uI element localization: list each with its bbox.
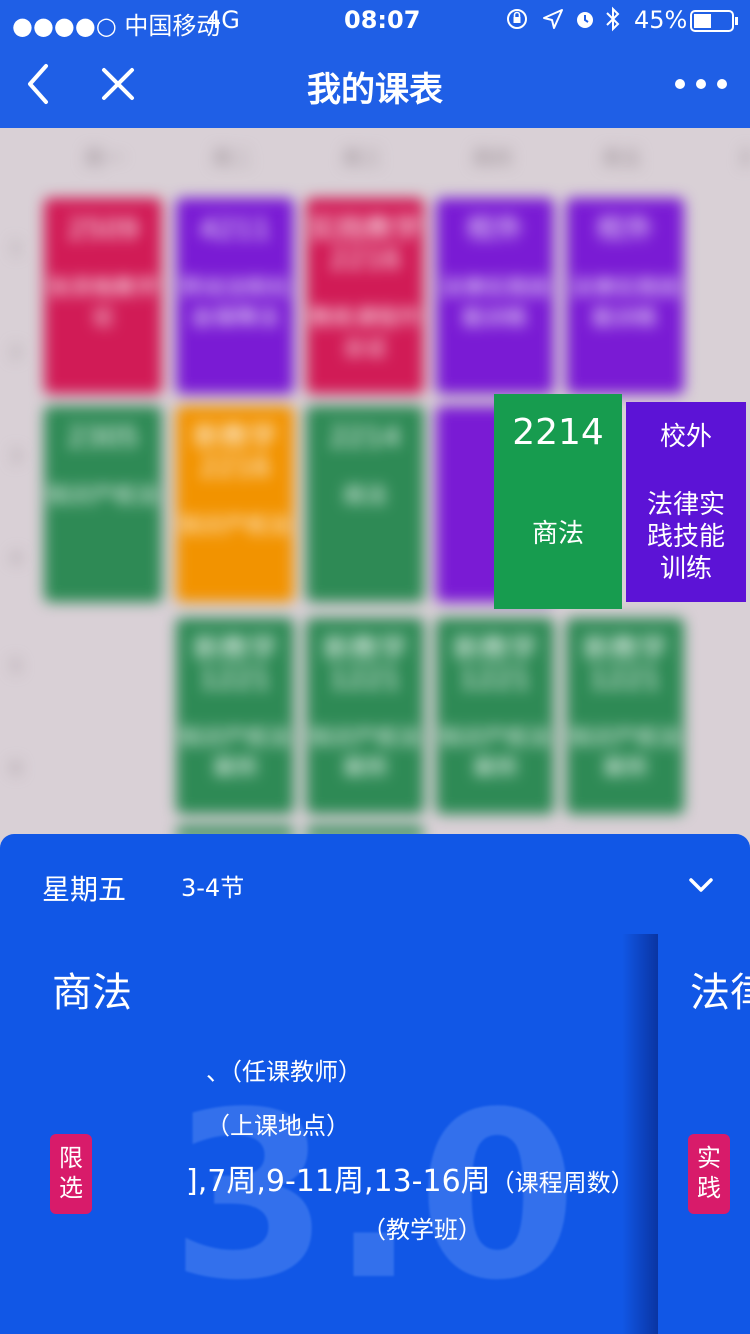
bluetooth-icon [604, 6, 622, 38]
course-card[interactable]: 实践教学2216 教练课程作业证 [306, 198, 424, 394]
battery-icon [690, 10, 740, 38]
period-number: 3 [10, 446, 22, 467]
card-title: 法律实践技能训练 [439, 276, 550, 331]
card-room: 2214 [329, 420, 401, 453]
card-title: 劳动法和社会保障法 [179, 276, 290, 331]
day-header: 周二 [212, 146, 252, 170]
card-title: 知识产权法 [179, 514, 290, 539]
period-number: 6 [10, 758, 22, 779]
course-card[interactable]: 校外法律实践技能训练 [566, 198, 684, 394]
card-room: 2305 [67, 420, 139, 453]
course-card[interactable]: 2509 张资格教学论 [44, 198, 162, 394]
period-number: 5 [10, 656, 22, 677]
overlapping-course-card[interactable]: 校外 法律实践技能训练 [626, 402, 746, 602]
card-title: 商法 [342, 484, 387, 509]
course-card[interactable]: 新教学1221 知识产权法案例 [566, 618, 684, 814]
period-number: 1 [10, 238, 22, 259]
day-header: 周五 [602, 146, 642, 170]
day-header: 周三 [342, 146, 382, 170]
course-card[interactable]: 新教学2216 知识产权法 [176, 406, 294, 602]
rotation-lock-icon [506, 8, 528, 36]
card-room: 校外 [596, 212, 653, 245]
card-room: 校外 [466, 212, 523, 245]
selected-card-room: 2214 [512, 412, 604, 453]
card-title: 知识产权法 [47, 484, 158, 509]
course-card[interactable]: 新教学1221 知识产权法案例 [306, 618, 424, 814]
course-card[interactable]: 新教学1221 知识产权法案例 [436, 618, 554, 814]
card-title: 法律实践技能训练 [569, 276, 680, 331]
card-title: 知识产权法案例 [439, 726, 550, 781]
location-icon [542, 8, 564, 36]
weeks-row: ],7周,9-11周,13-16周（课程周数） [186, 1156, 635, 1200]
sheet-weekday: 星期五 [42, 873, 127, 906]
selected-course-card[interactable]: 2214 商法 [494, 394, 622, 609]
collapse-button[interactable] [686, 870, 716, 900]
card-room: 新教学1221 [452, 632, 537, 695]
alarm-icon [574, 8, 596, 36]
card-room: 新教学1221 [582, 632, 667, 695]
weeks-label: （课程周数） [490, 1169, 635, 1197]
status-bar: ●●●●○ 中国移动 4G 08:07 45% [0, 0, 750, 40]
course-card[interactable]: 2305 知识产权法 [44, 406, 162, 602]
next-course-name: 法律 [690, 970, 750, 1016]
sheet-period: 3-4节 [181, 874, 245, 902]
card-room: 2509 [67, 212, 139, 245]
more-button[interactable] [670, 72, 732, 96]
teacher-value: 、 [206, 1058, 230, 1086]
course-card[interactable]: 校外法律实践技能训练 [436, 198, 554, 394]
selected-card-title: 商法 [531, 519, 584, 549]
course-card[interactable]: 4211 劳动法和社会保障法 [176, 198, 294, 394]
class-label: （教学班） [362, 1216, 482, 1244]
card-title: 知识产权法案例 [569, 726, 680, 781]
course-card[interactable]: 2214 商法 [306, 406, 424, 602]
period-number: 2 [10, 342, 22, 363]
weeks-value: ],7周,9-11周,13-16周 [186, 1164, 491, 1199]
more-icon [675, 79, 727, 89]
card-room: 4211 [199, 212, 271, 245]
course-card[interactable]: 新教学1221 知识产权法案例 [176, 618, 294, 814]
card-title: 知识产权法案例 [309, 726, 420, 781]
card-title: 张资格教学论 [47, 276, 158, 331]
day-header: 周一 [84, 146, 124, 170]
day-header: 周四 [472, 146, 512, 170]
day-header: 周 [700, 142, 750, 171]
overlap-card-room: 校外 [659, 422, 712, 452]
card-title: 教练课程作业证 [309, 306, 420, 361]
card-title: 知识产权法案例 [179, 726, 290, 781]
next-course-badge: 实践 [688, 1134, 730, 1214]
teacher-label: （任课教师） [230, 1058, 362, 1086]
carrier-text: ●●●●○ 中国移动 [12, 12, 221, 40]
course-type-badge: 限选 [50, 1134, 92, 1214]
period-number: 4 [10, 548, 22, 569]
card-room: 新教学1221 [192, 632, 277, 695]
card-room: 新教学2216 [192, 420, 277, 483]
location-label: （上课地点） [206, 1112, 350, 1140]
nav-bar: 我的课表 [0, 40, 750, 128]
chevron-down-icon [689, 878, 713, 892]
clock: 08:07 [344, 6, 421, 34]
course-name: 商法 [52, 970, 132, 1016]
overlap-card-title: 法律实践技能训练 [646, 490, 725, 584]
network-type: 4G [206, 6, 240, 34]
page-title: 我的课表 [307, 70, 443, 110]
card-room: 实践教学2216 [308, 212, 421, 275]
card-shadow [622, 934, 658, 1334]
teacher-row: 、（任课教师） [206, 1052, 362, 1087]
card-room: 新教学1221 [322, 632, 407, 695]
course-detail-sheet: 星期五 3-4节 3.0 商法 限选 、（任课教师） （上课地点） ],7周,9… [0, 834, 750, 1334]
battery-percent: 45% [634, 6, 688, 34]
